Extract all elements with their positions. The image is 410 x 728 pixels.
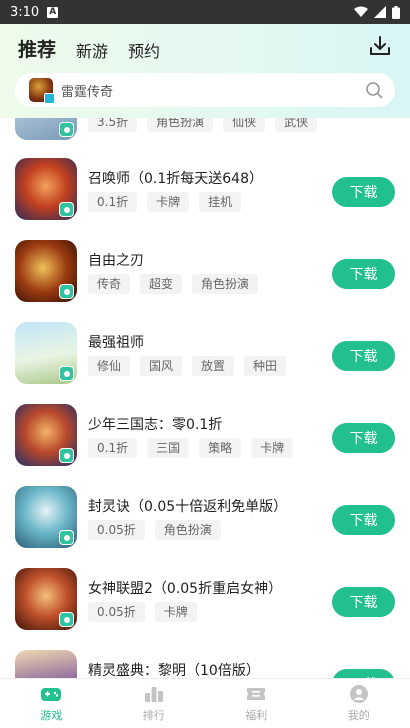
nav-label: 游戏 — [40, 709, 63, 722]
list-item[interactable]: 召唤师（0.1折每天送648） 0.1折 卡牌 挂机 下载 — [0, 158, 410, 240]
game-title[interactable]: 自由之刃 — [88, 250, 144, 270]
status-time: 3:10 — [10, 4, 40, 20]
game-tag: 传奇 — [88, 274, 131, 294]
game-title[interactable]: 少年三国志：零0.1折 — [88, 414, 222, 434]
game-tag: 仙侠 — [223, 118, 266, 132]
game-icon — [15, 486, 77, 548]
game-title[interactable]: 女神联盟2（0.05折重启女神） — [88, 578, 282, 598]
game-tag: 0.1折 — [88, 192, 138, 212]
verified-badge-icon — [59, 612, 74, 627]
nav-profile[interactable]: 我的 — [308, 679, 410, 728]
game-tag: 卡牌 — [251, 438, 294, 458]
verified-badge-icon — [59, 284, 74, 299]
game-tag: 角色扮演 — [147, 118, 214, 132]
list-item[interactable]: 少年三国志：零0.1折 0.1折 三国 策略 卡牌 下载 — [0, 404, 410, 486]
game-title[interactable]: 召唤师（0.1折每天送648） — [88, 168, 263, 188]
game-tag: 0.1折 — [88, 438, 138, 458]
wifi-icon — [354, 6, 368, 17]
game-tag: 超变 — [140, 274, 183, 294]
list-item[interactable]: 精灵盛典：黎明（10倍版） 下载 — [0, 650, 410, 678]
bottom-navigation: 游戏 排行 福利 我的 — [0, 678, 410, 728]
search-game-thumbnail — [29, 78, 55, 104]
game-icon — [15, 322, 77, 384]
download-button[interactable]: 下载 — [332, 177, 395, 207]
verified-badge-icon — [59, 202, 74, 217]
download-manager-icon[interactable] — [368, 34, 392, 58]
tab-new-games[interactable]: 新游 — [76, 38, 108, 62]
list-item[interactable]: 3.5折 角色扮演 仙侠 武侠 — [0, 118, 410, 160]
game-tag: 卡牌 — [147, 192, 190, 212]
nav-games[interactable]: 游戏 — [0, 679, 103, 728]
game-title[interactable]: 封灵诀（0.05十倍返利免单版） — [88, 496, 287, 516]
verified-badge-icon — [59, 366, 74, 381]
nav-label: 我的 — [347, 709, 370, 722]
verified-badge-icon — [59, 448, 74, 463]
game-tag: 放置 — [192, 356, 235, 376]
game-icon — [15, 404, 77, 466]
game-tag: 0.05折 — [88, 602, 145, 622]
battery-icon — [392, 5, 400, 19]
list-item[interactable]: 女神联盟2（0.05折重启女神） 0.05折 卡牌 下载 — [0, 568, 410, 650]
game-tag: 3.5折 — [88, 118, 138, 132]
game-title[interactable]: 最强祖师 — [88, 332, 144, 352]
search-input[interactable]: 雷霆传奇 — [61, 81, 365, 100]
game-tag: 三国 — [147, 438, 190, 458]
game-icon — [15, 118, 77, 140]
download-button[interactable]: 下载 — [332, 341, 395, 371]
game-tag: 修仙 — [88, 356, 131, 376]
list-item[interactable]: 封灵诀（0.05十倍返利免单版） 0.05折 角色扮演 下载 — [0, 486, 410, 568]
status-bar: 3:10 A — [0, 0, 410, 24]
search-bar[interactable]: 雷霆传奇 — [15, 73, 395, 107]
nav-label: 福利 — [245, 709, 268, 722]
top-tabs: 推荐 新游 预约 — [18, 34, 160, 62]
nav-label: 排行 — [142, 709, 165, 722]
game-tag: 卡牌 — [154, 602, 197, 622]
download-button[interactable]: 下载 — [332, 587, 395, 617]
search-icon[interactable] — [365, 81, 383, 99]
verified-badge-icon — [59, 122, 74, 137]
tab-reservation[interactable]: 预约 — [128, 38, 160, 62]
ranking-icon — [144, 687, 163, 702]
download-button[interactable]: 下载 — [332, 259, 395, 289]
game-tag: 0.05折 — [88, 520, 145, 540]
game-tag: 角色扮演 — [154, 520, 221, 540]
game-icon — [15, 158, 77, 220]
game-tag: 武侠 — [275, 118, 318, 132]
download-button[interactable]: 下载 — [332, 505, 395, 535]
game-list: 3.5折 角色扮演 仙侠 武侠 召唤师（0.1折每天送648） 0.1折 卡牌 … — [0, 118, 410, 678]
verified-badge-icon — [59, 530, 74, 545]
gamepad-icon — [41, 688, 62, 701]
game-tag: 种田 — [244, 356, 287, 376]
game-tag: 国风 — [140, 356, 183, 376]
signal-icon — [374, 6, 386, 18]
user-icon — [349, 685, 368, 703]
game-icon — [15, 240, 77, 302]
download-button[interactable]: 下载 — [332, 669, 395, 678]
list-item[interactable]: 最强祖师 修仙 国风 放置 种田 下载 — [0, 322, 410, 404]
game-tag: 策略 — [199, 438, 242, 458]
game-tag: 挂机 — [199, 192, 242, 212]
list-item[interactable]: 自由之刃 传奇 超变 角色扮演 下载 — [0, 240, 410, 322]
notification-icon: A — [47, 6, 59, 18]
nav-ranking[interactable]: 排行 — [103, 679, 206, 728]
game-tag: 角色扮演 — [192, 274, 259, 294]
game-title[interactable]: 精灵盛典：黎明（10倍版） — [88, 660, 260, 678]
game-icon — [15, 568, 77, 630]
download-button[interactable]: 下载 — [332, 423, 395, 453]
ticket-icon — [247, 688, 266, 700]
tab-recommend[interactable]: 推荐 — [18, 35, 57, 62]
nav-welfare[interactable]: 福利 — [205, 679, 308, 728]
game-icon — [15, 650, 77, 678]
